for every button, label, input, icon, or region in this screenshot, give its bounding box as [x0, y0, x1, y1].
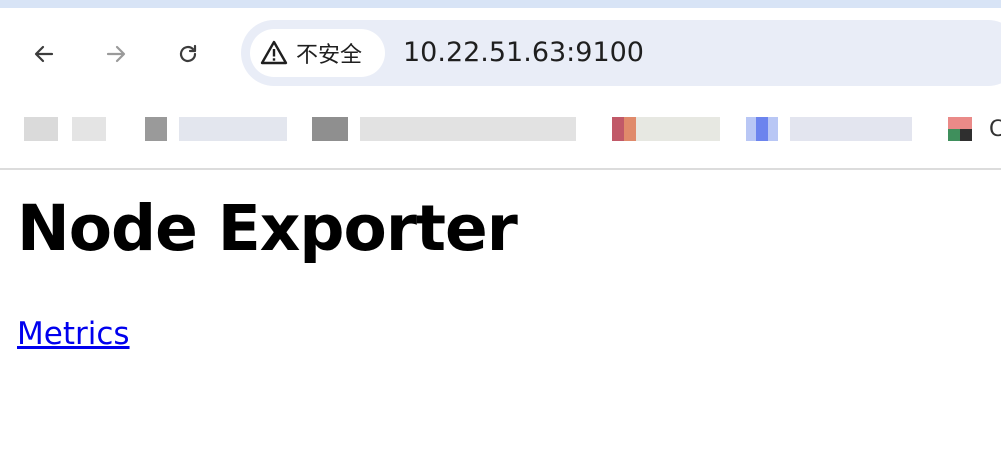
forward-button[interactable]	[96, 34, 136, 74]
page-content: Node Exporter Metrics	[0, 170, 1001, 451]
bookmark-item[interactable]	[145, 117, 290, 141]
bookmark-label-fragment[interactable]: C	[989, 117, 1001, 142]
warning-icon	[260, 40, 288, 65]
page-title: Node Exporter	[17, 192, 518, 265]
bookmark-item[interactable]	[612, 117, 720, 141]
bookmark-item[interactable]	[312, 117, 580, 141]
bookmark-item[interactable]	[746, 117, 916, 141]
arrow-right-icon	[106, 45, 126, 63]
url-text[interactable]: 10.22.51.63:9100	[403, 34, 644, 72]
reload-icon	[179, 44, 197, 63]
bookmark-item[interactable]	[24, 117, 110, 141]
arrow-left-icon	[34, 45, 54, 63]
bookmarks-bar: C	[0, 105, 1001, 153]
tab-strip-edge	[0, 0, 1001, 8]
bookmark-item[interactable]	[948, 117, 984, 141]
security-indicator[interactable]: 不安全	[250, 29, 385, 77]
reload-button[interactable]	[168, 34, 208, 74]
browser-chrome: 不安全 10.22.51.63:9100 C	[0, 0, 1001, 170]
back-button[interactable]	[24, 34, 64, 74]
security-label: 不安全	[296, 43, 363, 68]
metrics-link[interactable]: Metrics	[17, 316, 130, 352]
